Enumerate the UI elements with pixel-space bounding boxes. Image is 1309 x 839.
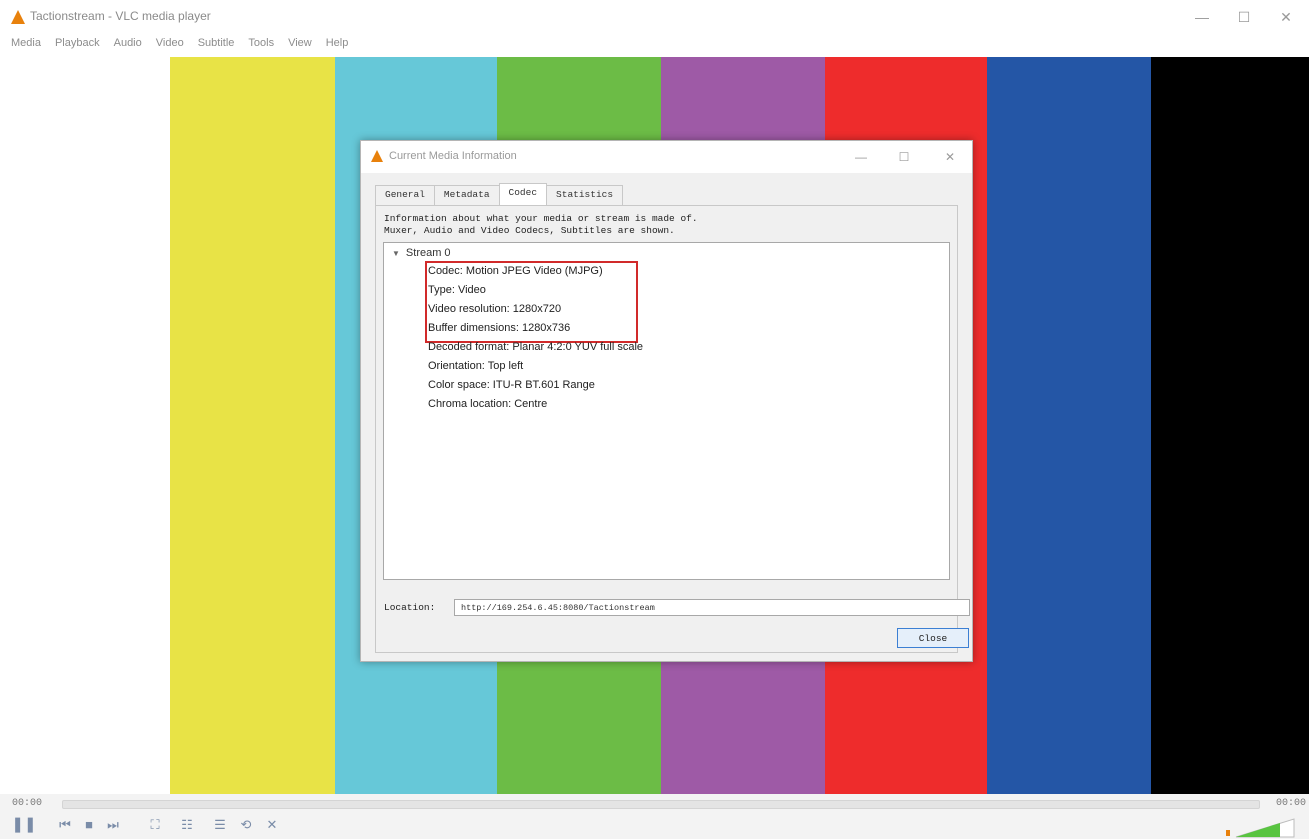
menu-bar: Media Playback Audio Video Subtitle Tool… bbox=[0, 34, 1309, 56]
location-label: Location: bbox=[384, 602, 436, 613]
description-line-1: Information about what your media or str… bbox=[384, 213, 698, 224]
stop-button[interactable]: ■ bbox=[79, 814, 99, 836]
vlc-cone-icon bbox=[371, 150, 383, 162]
color-bar-yellow bbox=[170, 57, 335, 794]
window-titlebar: Tactionstream - VLC media player — ☐ ✕ bbox=[0, 0, 1309, 34]
color-bar-blue bbox=[987, 57, 1151, 794]
codec-panel: Information about what your media or str… bbox=[375, 205, 970, 653]
tree-item-orientation[interactable]: Orientation: Top left bbox=[428, 360, 523, 372]
shuffle-button[interactable]: ✕ bbox=[262, 814, 282, 836]
tab-general[interactable]: General bbox=[375, 185, 435, 205]
dialog-title: Current Media Information bbox=[389, 150, 517, 162]
maximize-button[interactable]: ☐ bbox=[1227, 6, 1261, 28]
menu-subtitle[interactable]: Subtitle bbox=[191, 34, 242, 56]
tree-item-color-space[interactable]: Color space: ITU-R BT.601 Range bbox=[428, 379, 595, 391]
loop-button[interactable]: ⟲ bbox=[236, 814, 256, 836]
tree-item-resolution[interactable]: Video resolution: 1280x720 bbox=[428, 303, 561, 315]
close-button[interactable]: ✕ bbox=[1269, 6, 1303, 28]
menu-view[interactable]: View bbox=[281, 34, 319, 56]
volume-slider[interactable] bbox=[1226, 816, 1296, 838]
description-line-2: Muxer, Audio and Video Codecs, Subtitles… bbox=[384, 225, 675, 236]
dialog-titlebar: Current Media Information — ☐ ✕ bbox=[361, 141, 972, 173]
codec-description: Information about what your media or str… bbox=[384, 213, 698, 237]
tab-statistics[interactable]: Statistics bbox=[546, 185, 624, 205]
tree-item-buffer[interactable]: Buffer dimensions: 1280x736 bbox=[428, 322, 570, 334]
dialog-tabs: General Metadata Codec Statistics bbox=[375, 183, 624, 209]
play-pause-button[interactable]: ❚❚ bbox=[10, 814, 38, 836]
speaker-icon[interactable] bbox=[1226, 830, 1230, 836]
tab-metadata[interactable]: Metadata bbox=[433, 185, 500, 205]
window-title: Tactionstream - VLC media player bbox=[30, 9, 211, 23]
color-bar-black bbox=[1151, 57, 1309, 794]
minimize-button[interactable]: — bbox=[1185, 6, 1219, 28]
menu-audio[interactable]: Audio bbox=[107, 34, 149, 56]
stream-label: Stream 0 bbox=[405, 247, 451, 259]
seek-slider[interactable] bbox=[62, 800, 1260, 809]
close-button[interactable]: Close bbox=[897, 628, 969, 648]
extended-settings-button[interactable]: ☷ bbox=[173, 814, 201, 836]
dialog-maximize-button[interactable]: ☐ bbox=[891, 147, 917, 167]
menu-media[interactable]: Media bbox=[4, 34, 48, 56]
next-button[interactable]: ⏭ bbox=[103, 814, 123, 836]
dialog-minimize-button[interactable]: — bbox=[848, 147, 874, 167]
media-info-dialog: Current Media Information — ☐ ✕ General … bbox=[360, 140, 973, 662]
menu-playback[interactable]: Playback bbox=[48, 34, 107, 56]
previous-button[interactable]: ⏮ bbox=[55, 814, 75, 836]
time-total[interactable]: 00:00 bbox=[1276, 798, 1306, 809]
tree-item-codec[interactable]: Codec: Motion JPEG Video (MJPG) bbox=[428, 265, 603, 277]
tree-item-decoded-format[interactable]: Decoded format: Planar 4:2:0 YUV full sc… bbox=[428, 341, 643, 353]
menu-help[interactable]: Help bbox=[319, 34, 356, 56]
time-elapsed[interactable]: 00:00 bbox=[12, 798, 42, 809]
playlist-button[interactable]: ☰ bbox=[210, 814, 230, 836]
menu-video[interactable]: Video bbox=[149, 34, 191, 56]
dialog-close-icon[interactable]: ✕ bbox=[937, 147, 963, 167]
tree-item-type[interactable]: Type: Video bbox=[428, 284, 486, 296]
tree-node-stream[interactable]: ▼ Stream 0 bbox=[392, 247, 451, 259]
location-field[interactable]: http://169.254.6.45:8080/Tactionstream bbox=[454, 599, 970, 616]
vlc-cone-icon bbox=[11, 10, 25, 24]
codec-tree[interactable]: ▼ Stream 0 Codec: Motion JPEG Video (MJPG… bbox=[383, 242, 950, 580]
fullscreen-button[interactable]: ⛶ bbox=[145, 814, 165, 836]
menu-tools[interactable]: Tools bbox=[241, 34, 281, 56]
chevron-down-icon[interactable]: ▼ bbox=[392, 249, 400, 258]
tree-item-chroma[interactable]: Chroma location: Centre bbox=[428, 398, 547, 410]
playback-controls: 00:00 00:00 ❚❚ ⏮ ■ ⏭ ⛶ ☷ ☰ ⟲ ✕ bbox=[0, 794, 1309, 839]
